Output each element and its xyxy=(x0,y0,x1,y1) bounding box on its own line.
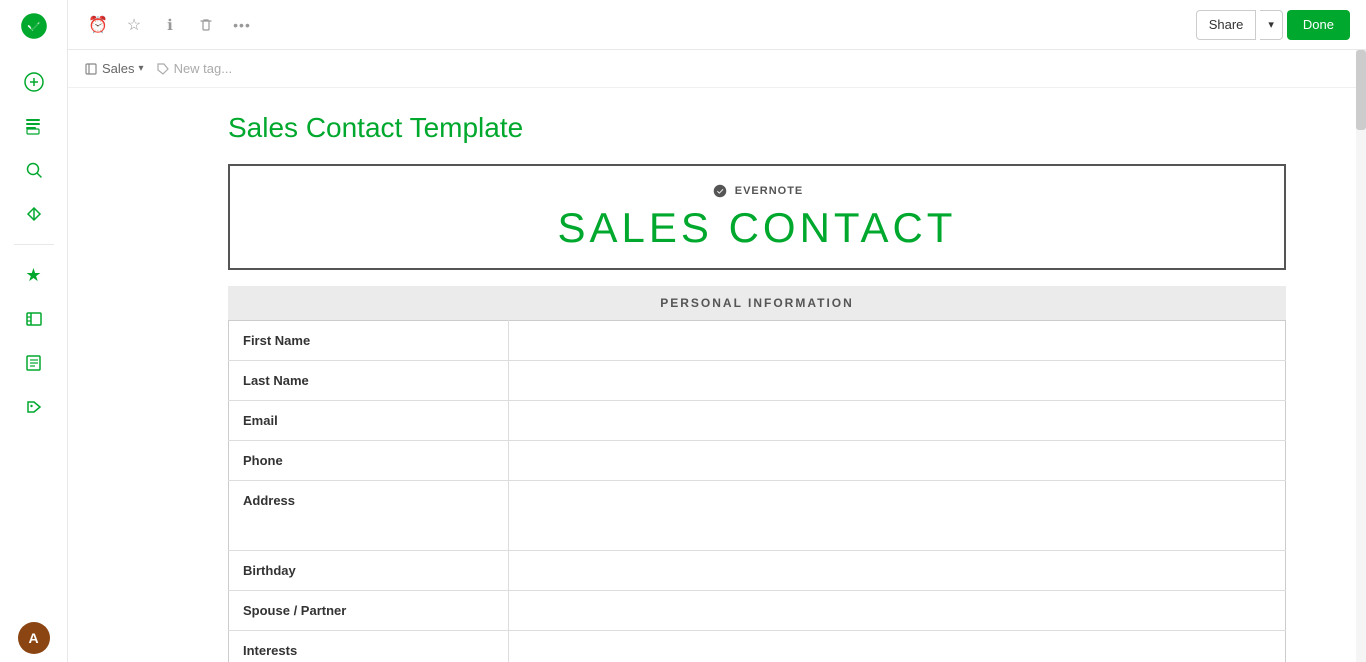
tags-icon[interactable] xyxy=(14,343,54,383)
share-chevron-button[interactable]: ▾ xyxy=(1260,10,1283,40)
notebooks-icon[interactable] xyxy=(14,299,54,339)
tag-breadcrumb[interactable]: New tag... xyxy=(156,61,233,76)
sidebar-divider xyxy=(14,244,54,245)
scrollbar-track xyxy=(1356,88,1366,662)
avatar[interactable]: A xyxy=(18,622,50,654)
search-icon[interactable] xyxy=(14,150,54,190)
field-label-last-name: Last Name xyxy=(229,361,509,401)
delete-icon[interactable] xyxy=(192,11,220,39)
table-row: Interests xyxy=(229,631,1286,662)
sidebar: ★ A xyxy=(0,0,68,662)
star-icon[interactable]: ☆ xyxy=(120,11,148,39)
note-banner: EVERNOTE SALES CONTACT xyxy=(228,164,1286,270)
field-label-first-name: First Name xyxy=(229,321,509,361)
main-area: ⏰ ☆ ℹ ••• Share ▾ Done Sales ▾ xyxy=(68,0,1366,662)
personal-info-header: PERSONAL INFORMATION xyxy=(228,286,1286,320)
field-label-phone: Phone xyxy=(229,441,509,481)
notes-list-icon[interactable] xyxy=(14,106,54,146)
personal-info-table: First Name Last Name Email Phone Address xyxy=(228,320,1286,662)
evernote-logo[interactable] xyxy=(16,8,52,44)
breadcrumb-bar: Sales ▾ New tag... xyxy=(68,50,1366,88)
notebook-name: Sales xyxy=(102,61,135,76)
label-icon[interactable] xyxy=(14,387,54,427)
table-row: Email xyxy=(229,401,1286,441)
table-row: Birthday xyxy=(229,551,1286,591)
field-value-spouse[interactable] xyxy=(509,591,1286,631)
field-value-email[interactable] xyxy=(509,401,1286,441)
toolbar-left: ⏰ ☆ ℹ ••• xyxy=(84,11,1188,39)
field-label-address: Address xyxy=(229,481,509,551)
shortcuts-icon[interactable] xyxy=(14,194,54,234)
tag-placeholder: New tag... xyxy=(174,61,233,76)
field-value-address[interactable] xyxy=(509,481,1286,551)
new-note-button[interactable] xyxy=(14,62,54,102)
sidebar-bottom: A xyxy=(18,622,50,654)
notebook-chevron: ▾ xyxy=(139,63,144,74)
note-content: Sales Contact Template EVERNOTE SALES CO… xyxy=(68,88,1366,662)
field-value-birthday[interactable] xyxy=(509,551,1286,591)
field-label-spouse: Spouse / Partner xyxy=(229,591,509,631)
toolbar: ⏰ ☆ ℹ ••• Share ▾ Done xyxy=(68,0,1366,50)
done-button[interactable]: Done xyxy=(1287,10,1350,40)
toolbar-right: Share ▾ Done xyxy=(1196,10,1350,40)
field-value-first-name[interactable] xyxy=(509,321,1286,361)
reminder-icon[interactable]: ⏰ xyxy=(84,11,112,39)
table-row: Phone xyxy=(229,441,1286,481)
banner-logo: EVERNOTE xyxy=(711,182,804,200)
table-row: Last Name xyxy=(229,361,1286,401)
table-row: Address xyxy=(229,481,1286,551)
scrollbar-thumb[interactable] xyxy=(1356,88,1366,130)
banner-title: SALES CONTACT xyxy=(558,204,957,252)
share-button[interactable]: Share xyxy=(1196,10,1257,40)
field-label-email: Email xyxy=(229,401,509,441)
field-value-phone[interactable] xyxy=(509,441,1286,481)
banner-logo-text: EVERNOTE xyxy=(735,185,804,197)
more-icon[interactable]: ••• xyxy=(228,11,256,39)
field-label-birthday: Birthday xyxy=(229,551,509,591)
page-title: Sales Contact Template xyxy=(228,112,1286,144)
field-label-interests: Interests xyxy=(229,631,509,662)
table-row: First Name xyxy=(229,321,1286,361)
notebook-breadcrumb[interactable]: Sales ▾ xyxy=(84,61,144,76)
table-row: Spouse / Partner xyxy=(229,591,1286,631)
info-icon[interactable]: ℹ xyxy=(156,11,184,39)
field-value-last-name[interactable] xyxy=(509,361,1286,401)
starred-icon[interactable]: ★ xyxy=(14,255,54,295)
field-value-interests[interactable] xyxy=(509,631,1286,662)
